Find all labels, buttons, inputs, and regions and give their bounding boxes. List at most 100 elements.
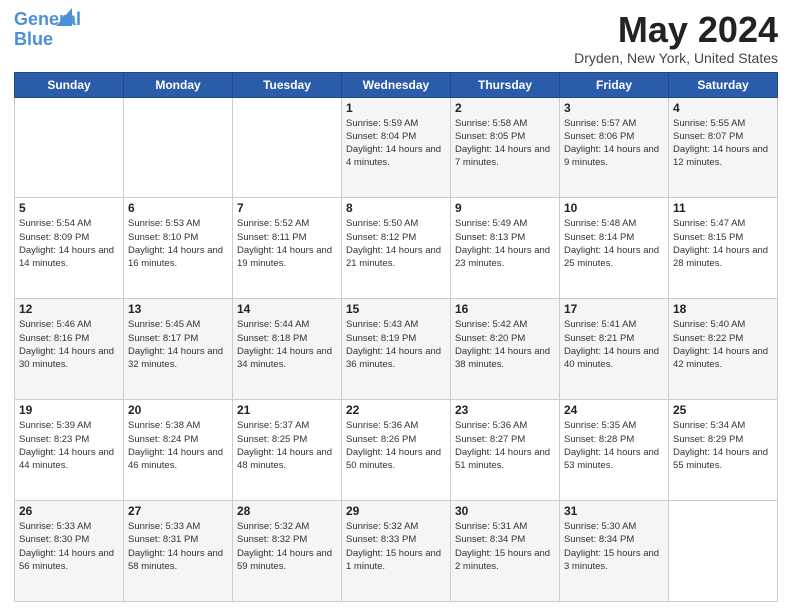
day-info: Sunrise: 5:44 AM Sunset: 8:18 PM Dayligh…: [237, 318, 337, 371]
day-info: Sunrise: 5:31 AM Sunset: 8:34 PM Dayligh…: [455, 520, 555, 573]
calendar-cell: 17Sunrise: 5:41 AM Sunset: 8:21 PM Dayli…: [560, 299, 669, 400]
day-info: Sunrise: 5:35 AM Sunset: 8:28 PM Dayligh…: [564, 419, 664, 472]
days-of-week-row: SundayMondayTuesdayWednesdayThursdayFrid…: [15, 72, 778, 97]
day-number: 25: [673, 403, 773, 417]
day-header-tuesday: Tuesday: [233, 72, 342, 97]
week-row-1: 5 Sunrise: 5:54 AM Sunset: 8:09 PM Daylig…: [15, 198, 778, 299]
day-number: 12: [19, 302, 119, 316]
day-info: Sunrise: 5:58 AM Sunset: 8:05 PM Dayligh…: [455, 117, 555, 170]
calendar-cell: 15Sunrise: 5:43 AM Sunset: 8:19 PM Dayli…: [342, 299, 451, 400]
day-info: Sunrise: 5:34 AM Sunset: 8:29 PM Dayligh…: [673, 419, 773, 472]
day-info: Sunrise: 5:50 AM Sunset: 8:12 PM Dayligh…: [346, 217, 446, 270]
day-number: 27: [128, 504, 228, 518]
day-info: Sunrise: 5:33 AM Sunset: 8:31 PM Dayligh…: [128, 520, 228, 573]
day-info: Sunrise: 5:59 AM Sunset: 8:04 PM Dayligh…: [346, 117, 446, 170]
calendar-cell: 12 Sunrise: 5:46 AM Sunset: 8:16 PM Dayli…: [15, 299, 124, 400]
calendar-cell: 2 Sunrise: 5:58 AM Sunset: 8:05 PM Daylig…: [451, 97, 560, 198]
calendar-cell: 5 Sunrise: 5:54 AM Sunset: 8:09 PM Daylig…: [15, 198, 124, 299]
day-info: Sunrise: 5:39 AM Sunset: 8:23 PM Dayligh…: [19, 419, 119, 472]
day-info: Sunrise: 5:57 AM Sunset: 8:06 PM Dayligh…: [564, 117, 664, 170]
day-number: 10: [564, 201, 664, 215]
header: GeneralBlue May 2024 Dryden, New York, U…: [14, 10, 778, 66]
calendar-cell: 30 Sunrise: 5:31 AM Sunset: 8:34 PM Dayli…: [451, 501, 560, 602]
calendar-cell: 14 Sunrise: 5:44 AM Sunset: 8:18 PM Dayli…: [233, 299, 342, 400]
calendar-cell: 6 Sunrise: 5:53 AM Sunset: 8:10 PM Daylig…: [124, 198, 233, 299]
day-info: Sunrise: 5:52 AM Sunset: 8:11 PM Dayligh…: [237, 217, 337, 270]
day-number: 23: [455, 403, 555, 417]
day-info: Sunrise: 5:43 AM Sunset: 8:19 PM Dayligh…: [346, 318, 446, 371]
day-info: Sunrise: 5:49 AM Sunset: 8:13 PM Dayligh…: [455, 217, 555, 270]
day-number: 2: [455, 101, 555, 115]
calendar-cell: 18 Sunrise: 5:40 AM Sunset: 8:22 PM Dayli…: [669, 299, 778, 400]
day-info: Sunrise: 5:38 AM Sunset: 8:24 PM Dayligh…: [128, 419, 228, 472]
calendar-cell: 8 Sunrise: 5:50 AM Sunset: 8:12 PM Daylig…: [342, 198, 451, 299]
calendar-cell: 19 Sunrise: 5:39 AM Sunset: 8:23 PM Dayli…: [15, 400, 124, 501]
day-number: 3: [564, 101, 664, 115]
day-number: 17: [564, 302, 664, 316]
day-number: 31: [564, 504, 664, 518]
day-number: 9: [455, 201, 555, 215]
day-info: Sunrise: 5:42 AM Sunset: 8:20 PM Dayligh…: [455, 318, 555, 371]
calendar-cell: 21Sunrise: 5:37 AM Sunset: 8:25 PM Dayli…: [233, 400, 342, 501]
day-number: 5: [19, 201, 119, 215]
day-header-monday: Monday: [124, 72, 233, 97]
day-info: Sunrise: 5:32 AM Sunset: 8:33 PM Dayligh…: [346, 520, 446, 573]
day-number: 1: [346, 101, 446, 115]
week-row-4: 26Sunrise: 5:33 AM Sunset: 8:30 PM Dayli…: [15, 501, 778, 602]
day-number: 21: [237, 403, 337, 417]
day-number: 26: [19, 504, 119, 518]
day-number: 28: [237, 504, 337, 518]
day-info: Sunrise: 5:48 AM Sunset: 8:14 PM Dayligh…: [564, 217, 664, 270]
month-title: May 2024: [574, 10, 778, 50]
calendar-cell: 10 Sunrise: 5:48 AM Sunset: 8:14 PM Dayli…: [560, 198, 669, 299]
day-info: Sunrise: 5:47 AM Sunset: 8:15 PM Dayligh…: [673, 217, 773, 270]
day-number: 13: [128, 302, 228, 316]
logo-icon: [56, 8, 116, 28]
day-number: 14: [237, 302, 337, 316]
calendar-cell: 27 Sunrise: 5:33 AM Sunset: 8:31 PM Dayli…: [124, 501, 233, 602]
calendar-cell: [15, 97, 124, 198]
calendar-cell: 1 Sunrise: 5:59 AM Sunset: 8:04 PM Daylig…: [342, 97, 451, 198]
day-info: Sunrise: 5:40 AM Sunset: 8:22 PM Dayligh…: [673, 318, 773, 371]
day-number: 29: [346, 504, 446, 518]
title-block: May 2024 Dryden, New York, United States: [574, 10, 778, 66]
day-number: 18: [673, 302, 773, 316]
calendar-cell: 24 Sunrise: 5:35 AM Sunset: 8:28 PM Dayli…: [560, 400, 669, 501]
day-info: Sunrise: 5:30 AM Sunset: 8:34 PM Dayligh…: [564, 520, 664, 573]
calendar-cell: 7 Sunrise: 5:52 AM Sunset: 8:11 PM Daylig…: [233, 198, 342, 299]
day-number: 22: [346, 403, 446, 417]
calendar-cell: 29 Sunrise: 5:32 AM Sunset: 8:33 PM Dayli…: [342, 501, 451, 602]
calendar-cell: 22Sunrise: 5:36 AM Sunset: 8:26 PM Dayli…: [342, 400, 451, 501]
day-number: 4: [673, 101, 773, 115]
calendar-header: SundayMondayTuesdayWednesdayThursdayFrid…: [15, 72, 778, 97]
day-info: Sunrise: 5:45 AM Sunset: 8:17 PM Dayligh…: [128, 318, 228, 371]
week-row-0: 1 Sunrise: 5:59 AM Sunset: 8:04 PM Daylig…: [15, 97, 778, 198]
calendar-cell: 3 Sunrise: 5:57 AM Sunset: 8:06 PM Daylig…: [560, 97, 669, 198]
calendar-body: 1 Sunrise: 5:59 AM Sunset: 8:04 PM Daylig…: [15, 97, 778, 601]
week-row-3: 19 Sunrise: 5:39 AM Sunset: 8:23 PM Dayli…: [15, 400, 778, 501]
day-info: Sunrise: 5:46 AM Sunset: 8:16 PM Dayligh…: [19, 318, 119, 371]
day-header-sunday: Sunday: [15, 72, 124, 97]
calendar-table: SundayMondayTuesdayWednesdayThursdayFrid…: [14, 72, 778, 602]
calendar-cell: 13 Sunrise: 5:45 AM Sunset: 8:17 PM Dayli…: [124, 299, 233, 400]
calendar-cell: [233, 97, 342, 198]
day-header-saturday: Saturday: [669, 72, 778, 97]
day-number: 11: [673, 201, 773, 215]
day-number: 16: [455, 302, 555, 316]
day-number: 6: [128, 201, 228, 215]
calendar-cell: 26Sunrise: 5:33 AM Sunset: 8:30 PM Dayli…: [15, 501, 124, 602]
day-number: 19: [19, 403, 119, 417]
day-header-thursday: Thursday: [451, 72, 560, 97]
day-info: Sunrise: 5:32 AM Sunset: 8:32 PM Dayligh…: [237, 520, 337, 573]
calendar-cell: 20Sunrise: 5:38 AM Sunset: 8:24 PM Dayli…: [124, 400, 233, 501]
day-number: 7: [237, 201, 337, 215]
day-info: Sunrise: 5:54 AM Sunset: 8:09 PM Dayligh…: [19, 217, 119, 270]
day-info: Sunrise: 5:36 AM Sunset: 8:27 PM Dayligh…: [455, 419, 555, 472]
day-info: Sunrise: 5:53 AM Sunset: 8:10 PM Dayligh…: [128, 217, 228, 270]
day-info: Sunrise: 5:55 AM Sunset: 8:07 PM Dayligh…: [673, 117, 773, 170]
day-number: 8: [346, 201, 446, 215]
calendar-cell: 4 Sunrise: 5:55 AM Sunset: 8:07 PM Daylig…: [669, 97, 778, 198]
calendar-cell: [669, 501, 778, 602]
day-number: 24: [564, 403, 664, 417]
day-number: 30: [455, 504, 555, 518]
